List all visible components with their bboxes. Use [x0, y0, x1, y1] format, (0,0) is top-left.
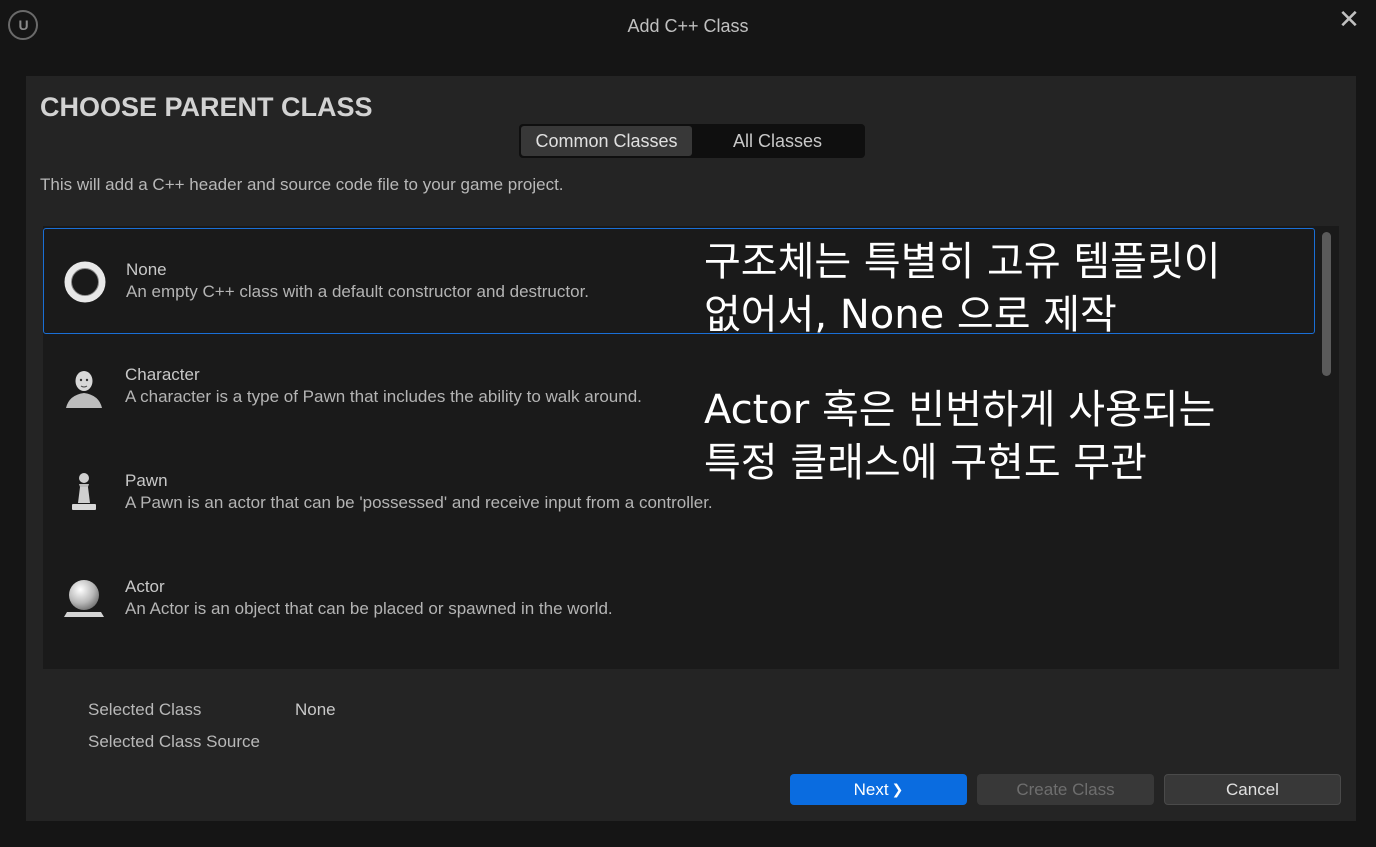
class-item-description: A character is a type of Pawn that inclu…: [125, 387, 642, 406]
close-button[interactable]: ✕: [1336, 6, 1362, 32]
annotation-line: 구조체는 특별히 고유 템플릿이: [704, 239, 1221, 285]
class-item-description: An empty C++ class with a default constr…: [126, 282, 590, 301]
annotation-actor-note: Actor 혹은 빈번하게 사용되는 특정 클래스에 구현도 무관: [704, 384, 1215, 490]
cancel-button[interactable]: Cancel: [1164, 774, 1341, 805]
selected-class-label: Selected Class: [88, 700, 202, 719]
page-title: CHOOSE PARENT CLASS: [40, 92, 373, 122]
actor-icon: [64, 580, 104, 617]
list-scrollbar[interactable]: [1322, 232, 1331, 376]
title-bar: U Add C++ Class ✕: [0, 0, 1376, 54]
character-icon: [66, 371, 102, 408]
tab-all-classes[interactable]: All Classes: [692, 126, 863, 156]
next-button-label: Next: [853, 779, 889, 799]
dialog-description: This will add a C++ header and source co…: [40, 175, 564, 194]
class-item-name: Actor: [125, 577, 165, 596]
tab-common-classes[interactable]: Common Classes: [521, 126, 692, 156]
class-item-description: A Pawn is an actor that can be 'possesse…: [125, 493, 713, 512]
pawn-icon: [72, 473, 96, 510]
selected-class-source-label: Selected Class Source: [88, 732, 260, 751]
annotation-none-note: 구조체는 특별히 고유 템플릿이 없어서, None 으로 제작: [704, 236, 1221, 342]
create-class-button[interactable]: Create Class: [977, 774, 1154, 805]
class-item-description: An Actor is an object that can be placed…: [125, 599, 613, 618]
annotation-line: 특정 클래스에 구현도 무관: [704, 440, 1147, 486]
chevron-right-icon: ❯: [891, 781, 904, 797]
annotation-line: Actor 혹은 빈번하게 사용되는: [704, 387, 1216, 433]
class-item-name: None: [126, 260, 167, 279]
class-tabs: Common Classes All Classes: [519, 124, 865, 158]
selected-class-value: None: [295, 700, 336, 719]
window-title: Add C++ Class: [627, 16, 749, 36]
class-item-actor[interactable]: Actor An Actor is an object that can be …: [43, 546, 1315, 652]
class-item-name: Character: [125, 365, 200, 384]
annotation-line: 없어서, None 으로 제작: [704, 292, 1117, 338]
next-button[interactable]: Next ❯: [790, 774, 967, 805]
class-item-name: Pawn: [125, 471, 168, 490]
ring-icon: [64, 261, 106, 303]
